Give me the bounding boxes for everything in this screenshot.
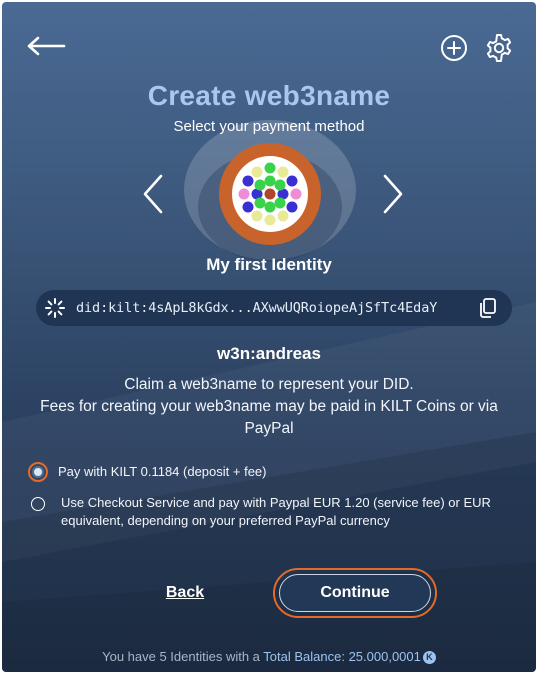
- identity-name: My first Identity: [206, 255, 332, 274]
- description-line-1: Claim a web3name to represent your DID.: [124, 376, 414, 393]
- radio-paypal[interactable]: [31, 497, 45, 511]
- create-web3name-panel: Create web3name Select your payment meth…: [2, 2, 536, 672]
- gear-icon[interactable]: [481, 30, 517, 66]
- footer-prefix: You have 5 Identities with a: [102, 649, 260, 664]
- copy-icon[interactable]: [478, 297, 498, 319]
- payment-option-kilt-label: Pay with KILT 0.1184 (deposit + fee): [58, 464, 267, 479]
- web3name-label: w3n:andreas: [217, 344, 321, 363]
- did-text: did:kilt:4sApL8kGdx...AXwwUQRoiopeAjSfTc…: [76, 300, 438, 316]
- chevron-right-icon[interactable]: [379, 172, 407, 216]
- arrow-left-icon[interactable]: [24, 28, 68, 64]
- back-button[interactable]: Back: [162, 584, 208, 602]
- chevron-left-icon[interactable]: [139, 172, 167, 216]
- payment-option-kilt[interactable]: Pay with KILT 0.1184 (deposit + fee): [28, 462, 498, 482]
- footer-balance: You have 5 Identities with a Total Balan…: [2, 649, 536, 664]
- identity-avatar: [218, 142, 322, 246]
- description-line-2: Fees for creating your web3name may be p…: [40, 398, 498, 437]
- total-balance-link[interactable]: Total Balance: 25.000,0001: [263, 649, 421, 664]
- description: Claim a web3name to represent your DID. …: [22, 374, 516, 440]
- radio-kilt-selected[interactable]: [28, 462, 48, 482]
- plus-circle-icon[interactable]: [438, 32, 470, 64]
- did-display: did:kilt:4sApL8kGdx...AXwwUQRoiopeAjSfTc…: [36, 290, 512, 326]
- continue-button[interactable]: Continue: [279, 574, 431, 612]
- page-title: Create web3name: [147, 80, 391, 111]
- kilt-coin-icon: K: [422, 651, 436, 664]
- payment-option-paypal[interactable]: Use Checkout Service and pay with Paypal…: [28, 494, 498, 530]
- did-spinner-icon: [45, 298, 65, 318]
- payment-option-paypal-label: Use Checkout Service and pay with Paypal…: [61, 495, 491, 528]
